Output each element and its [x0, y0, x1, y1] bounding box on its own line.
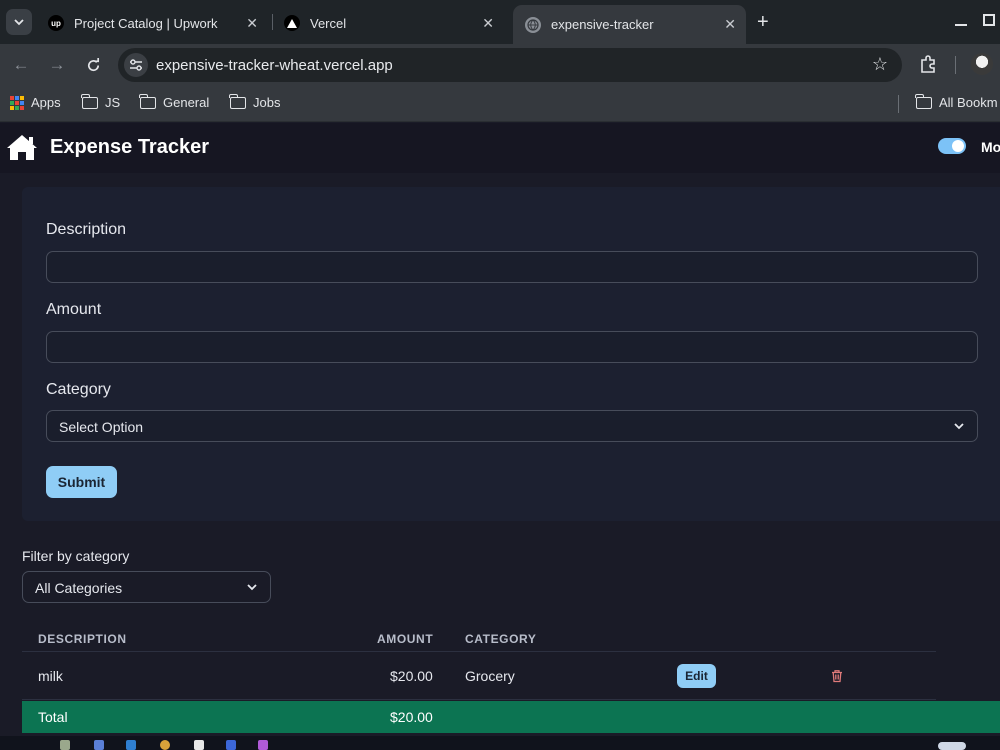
total-label: Total: [38, 709, 68, 725]
bookmark-star-icon[interactable]: ☆: [872, 54, 888, 75]
bookmark-folder-jobs[interactable]: Jobs: [229, 93, 280, 110]
filter-label: Filter by category: [22, 548, 130, 564]
upwork-icon: up: [48, 15, 64, 31]
taskbar-app-icon[interactable]: [60, 740, 70, 750]
close-tab-icon[interactable]: ✕: [246, 15, 258, 32]
folder-icon: [915, 93, 932, 109]
description-label: Description: [46, 221, 127, 238]
tab-search-button[interactable]: [6, 9, 32, 35]
folder-icon: [81, 93, 98, 109]
taskbar-app-icon[interactable]: [126, 740, 136, 750]
chevron-down-icon: [954, 423, 964, 430]
browser-toolbar: ← → expensive-tracker-wheat.vercel.app ☆: [0, 44, 1000, 86]
back-arrow-icon[interactable]: ←: [9, 53, 33, 77]
column-header-category: CATEGORY: [465, 632, 537, 646]
all-bookmarks-button[interactable]: All Bookm: [915, 93, 998, 110]
column-header-description: DESCRIPTION: [38, 632, 127, 646]
taskbar-app-icon[interactable]: [226, 740, 236, 750]
total-amount: $20.00: [390, 709, 433, 725]
globe-icon: [525, 16, 541, 33]
taskbar-chrome-icon[interactable]: [160, 740, 170, 750]
category-label: Category: [46, 381, 111, 398]
category-filter-select[interactable]: All Categories: [22, 571, 271, 603]
browser-tab-bar: up Project Catalog | Upwork ✕ Vercel ✕ e…: [0, 0, 1000, 44]
forward-arrow-icon[interactable]: →: [45, 53, 69, 77]
new-tab-button[interactable]: +: [757, 11, 769, 34]
home-icon[interactable]: [6, 133, 38, 161]
total-row: Total $20.00: [22, 701, 1000, 733]
bookmark-folder-general[interactable]: General: [139, 93, 209, 110]
close-tab-icon[interactable]: ✕: [724, 16, 736, 33]
profile-avatar[interactable]: [971, 53, 993, 75]
table-divider: [22, 699, 936, 700]
taskbar-app-icon[interactable]: [258, 740, 268, 750]
bookmarks-bar: Apps JS General Jobs All Bookm: [0, 86, 1000, 122]
minimize-window-icon[interactable]: [955, 24, 967, 26]
apps-grid-icon: [10, 95, 24, 110]
maximize-window-icon[interactable]: [983, 14, 995, 26]
app-title: Expense Tracker: [50, 136, 209, 158]
cell-description: milk: [38, 668, 63, 684]
toolbar-separator: [955, 56, 956, 74]
submit-button[interactable]: Submit: [46, 466, 117, 498]
url-text: expensive-tracker-wheat.vercel.app: [156, 57, 393, 74]
amount-label: Amount: [46, 301, 102, 318]
os-taskbar: [0, 736, 1000, 750]
cell-category: Grocery: [465, 668, 515, 684]
cell-amount: $20.00: [390, 668, 433, 684]
bookmark-folder-js[interactable]: JS: [81, 93, 120, 110]
expense-form: Description Amount Category Select Optio…: [22, 187, 1000, 521]
column-header-amount: AMOUNT: [377, 632, 434, 646]
folder-icon: [139, 93, 156, 109]
bookmark-apps[interactable]: Apps: [10, 95, 61, 110]
table-divider: [22, 651, 936, 652]
taskbar-tray-indicator[interactable]: [938, 742, 966, 750]
chevron-down-icon: [14, 19, 24, 26]
address-bar[interactable]: expensive-tracker-wheat.vercel.app ☆: [118, 48, 902, 82]
folder-icon: [229, 93, 246, 109]
taskbar-app-icon[interactable]: [194, 740, 204, 750]
chevron-down-icon: [247, 584, 257, 591]
tab-upwork[interactable]: up Project Catalog | Upwork ✕: [36, 8, 268, 38]
vercel-icon: [284, 15, 300, 31]
reload-icon[interactable]: [81, 53, 105, 77]
site-settings-icon[interactable]: [124, 53, 148, 77]
mode-label: Mo: [981, 139, 1000, 155]
taskbar-app-icon[interactable]: [94, 740, 104, 750]
mode-toggle[interactable]: [938, 138, 966, 154]
tab-expensive-tracker[interactable]: expensive-tracker ✕: [513, 5, 746, 44]
app-header: Expense Tracker Mo: [0, 123, 1000, 173]
close-tab-icon[interactable]: ✕: [482, 15, 494, 32]
edit-button[interactable]: Edit: [677, 664, 716, 688]
trash-icon[interactable]: [830, 669, 844, 683]
amount-input[interactable]: [46, 331, 978, 363]
description-input[interactable]: [46, 251, 978, 283]
extensions-puzzle-icon[interactable]: [918, 54, 938, 74]
bookmarks-separator: [898, 95, 899, 113]
tab-vercel[interactable]: Vercel ✕: [272, 8, 504, 38]
category-select[interactable]: Select Option: [46, 410, 978, 442]
